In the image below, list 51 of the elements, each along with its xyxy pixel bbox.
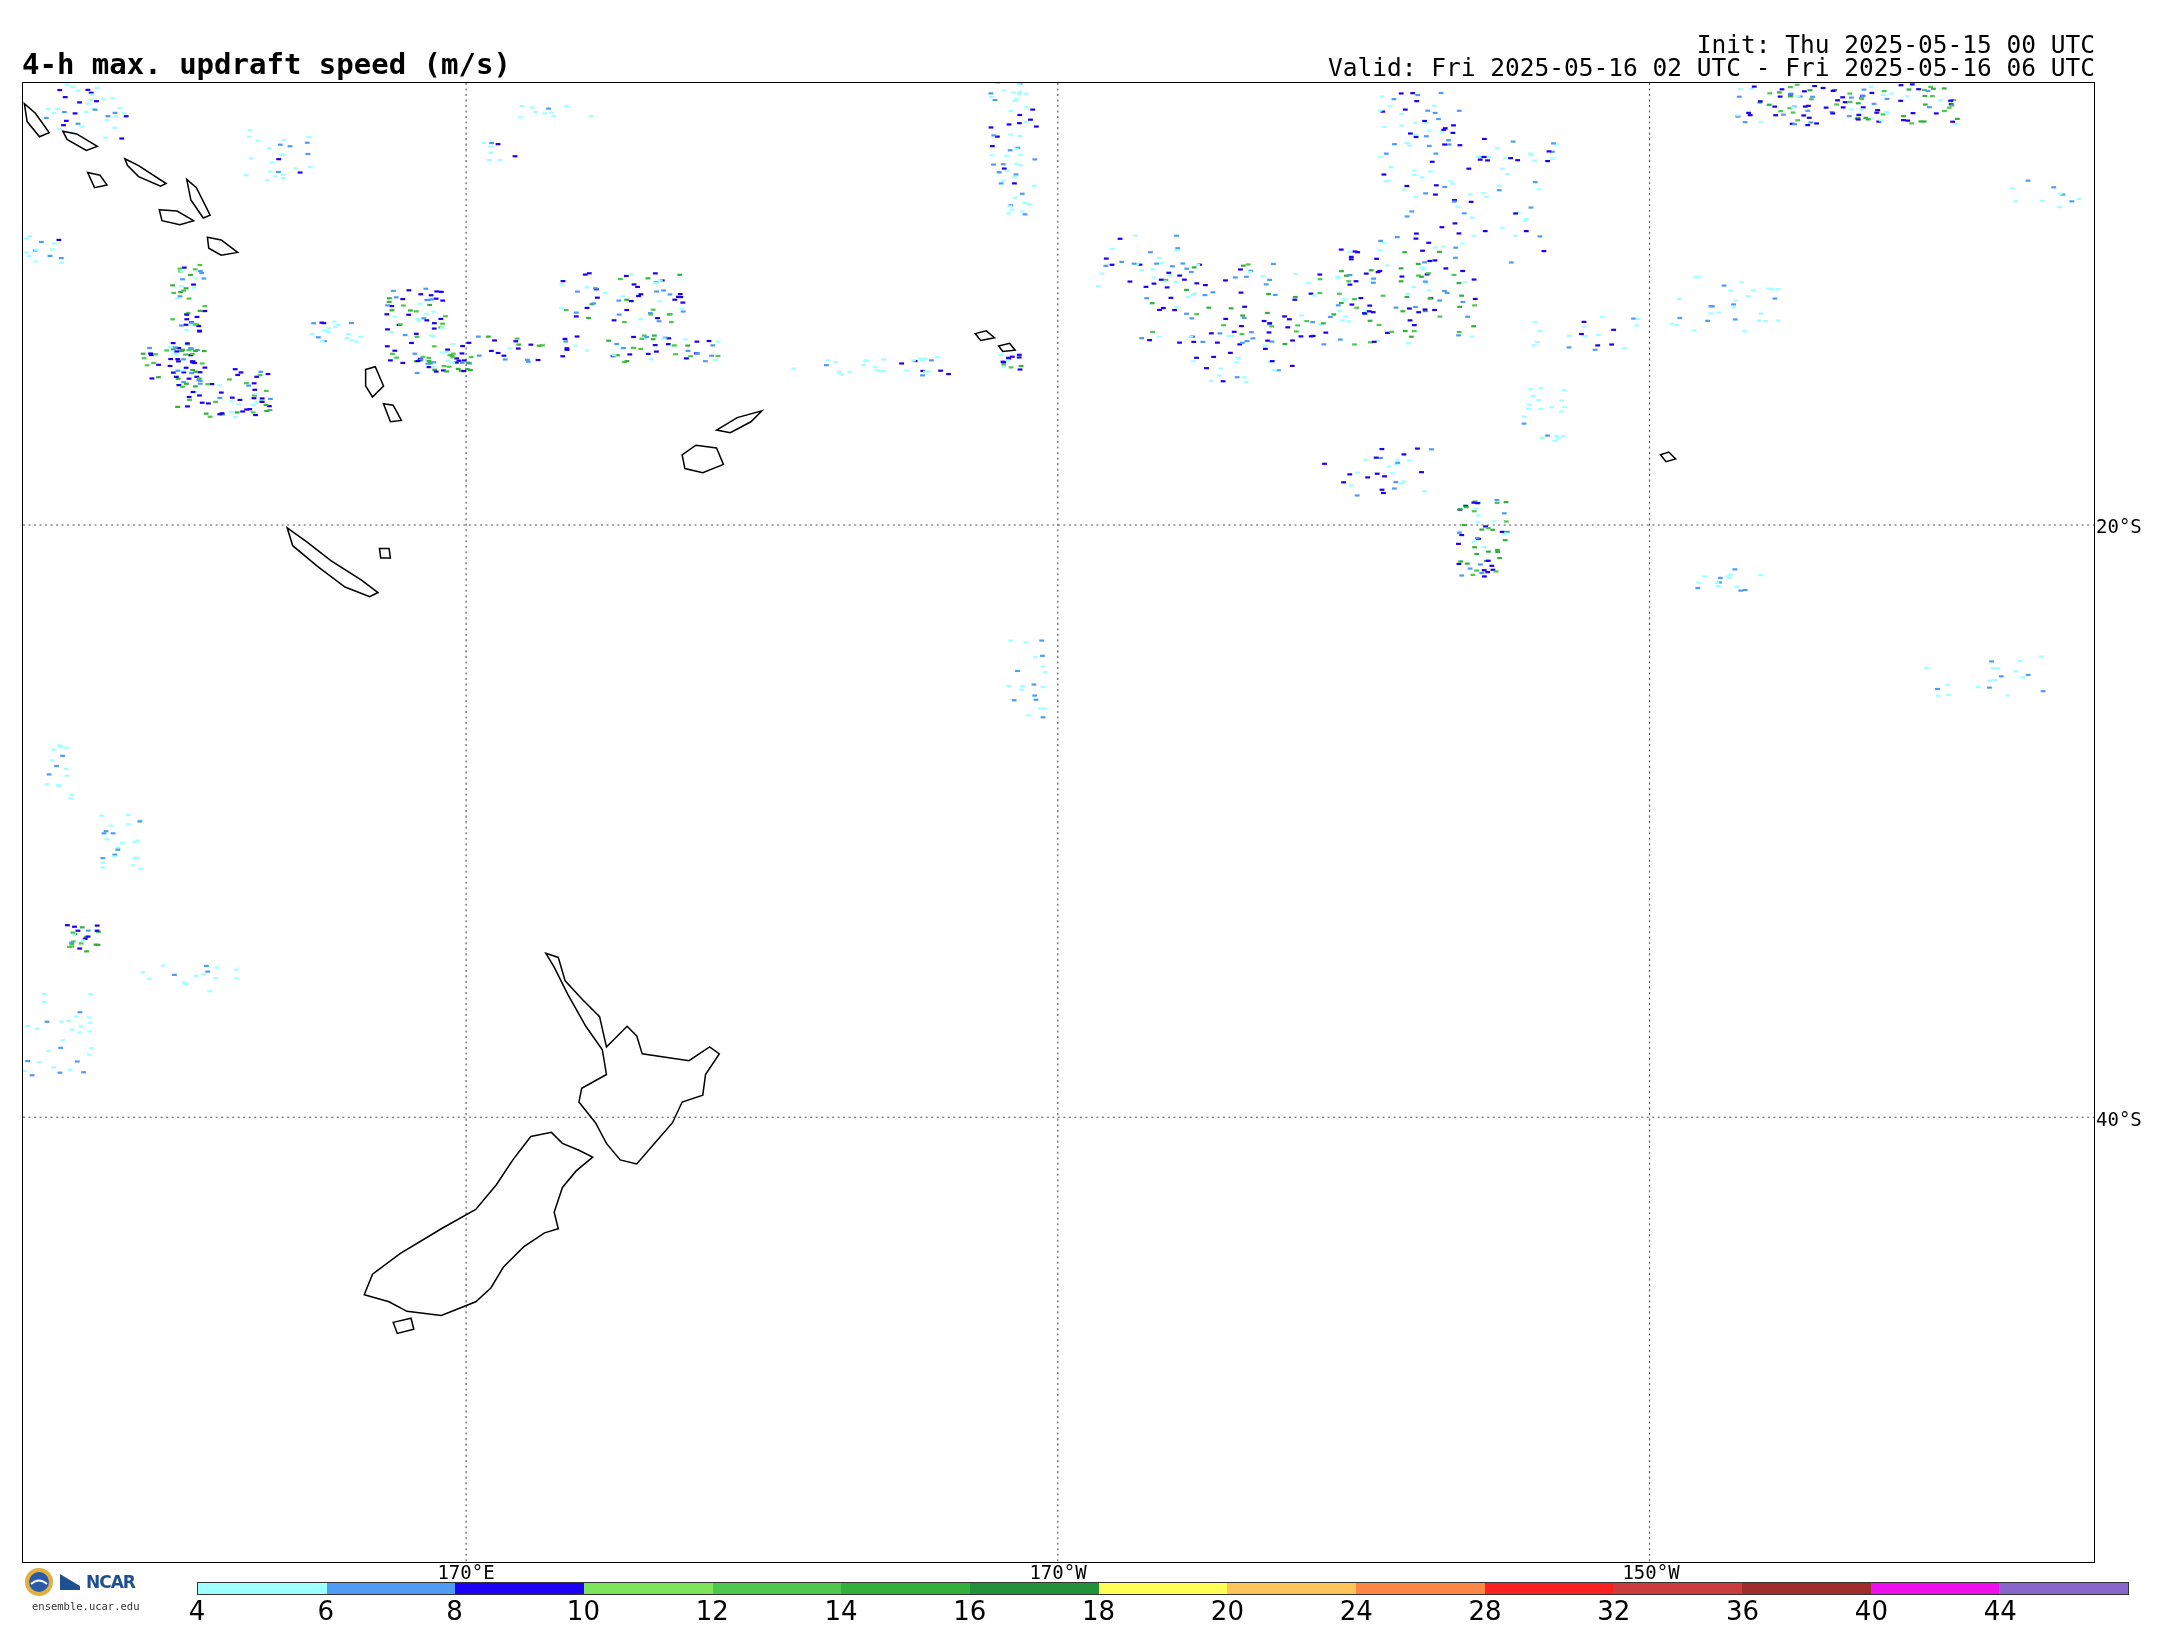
scale-label: 8: [446, 1597, 463, 1625]
longitude-label: 170°E: [437, 1562, 495, 1582]
latitude-label: 20°S: [2096, 516, 2142, 536]
updraft-cells: [99, 814, 144, 870]
updraft-cells: [1006, 192, 1032, 216]
scale-label: 28: [1468, 1597, 1502, 1625]
updraft-cells: [243, 129, 313, 182]
updraft-cells: [899, 356, 951, 377]
updraft-cells: [1521, 386, 1568, 442]
island-outline: [382, 402, 403, 423]
island-outline: [123, 157, 168, 188]
scale-label: 32: [1597, 1597, 1631, 1625]
valid-time: Valid: Fri 2025-05-16 02 UTC - Fri 2025-05-16 06 UTC: [1328, 56, 2095, 79]
chart-title: 4-h max. updraft speed (m/s): [22, 50, 511, 79]
updraft-cells: [64, 924, 101, 953]
longitude-label: 170°W: [1029, 1562, 1087, 1582]
updraft-cells: [481, 141, 518, 162]
island-outline: [714, 409, 765, 434]
updraft-cells: [998, 353, 1024, 371]
scale-label: 16: [953, 1597, 987, 1625]
scale-label: 20: [1210, 1597, 1244, 1625]
latitude-label: 40°S: [2096, 1109, 2142, 1129]
scale-label: 40: [1854, 1597, 1888, 1625]
island-outline: [206, 236, 240, 256]
scale-label: 24: [1339, 1597, 1373, 1625]
scale-label: 14: [824, 1597, 858, 1625]
updraft-cells: [1695, 568, 1764, 592]
nsf-logo-icon: [24, 1567, 54, 1597]
ncar-logo-icon: [60, 1574, 80, 1590]
island-outline: [681, 444, 725, 474]
scale-label: 6: [317, 1597, 335, 1625]
updraft-cells: [309, 320, 363, 343]
scale-label: 36: [1726, 1597, 1760, 1625]
website-url: ensemble.ucar.edu: [32, 1600, 140, 1612]
updraft-cells: [2010, 179, 2082, 209]
updraft-cells: [24, 235, 64, 264]
island-outline: [61, 130, 100, 152]
scale-label: 18: [1082, 1597, 1116, 1625]
island-outline: [364, 365, 385, 399]
scale-label: 44: [1983, 1597, 2017, 1625]
island-outline: [997, 342, 1017, 353]
island-outline: [973, 330, 997, 342]
updraft-cells: [44, 744, 75, 800]
scale-label: 12: [695, 1597, 729, 1625]
island-outline: [86, 171, 109, 189]
scale-label: 4: [188, 1597, 206, 1625]
logo-text: NCAR: [86, 1572, 135, 1592]
longitude-label: 150°W: [1622, 1562, 1680, 1582]
scale-label: 10: [566, 1597, 600, 1625]
island-outline: [1659, 451, 1678, 463]
init-time: Init: Thu 2025-05-15 00 UTC: [1696, 33, 2095, 56]
